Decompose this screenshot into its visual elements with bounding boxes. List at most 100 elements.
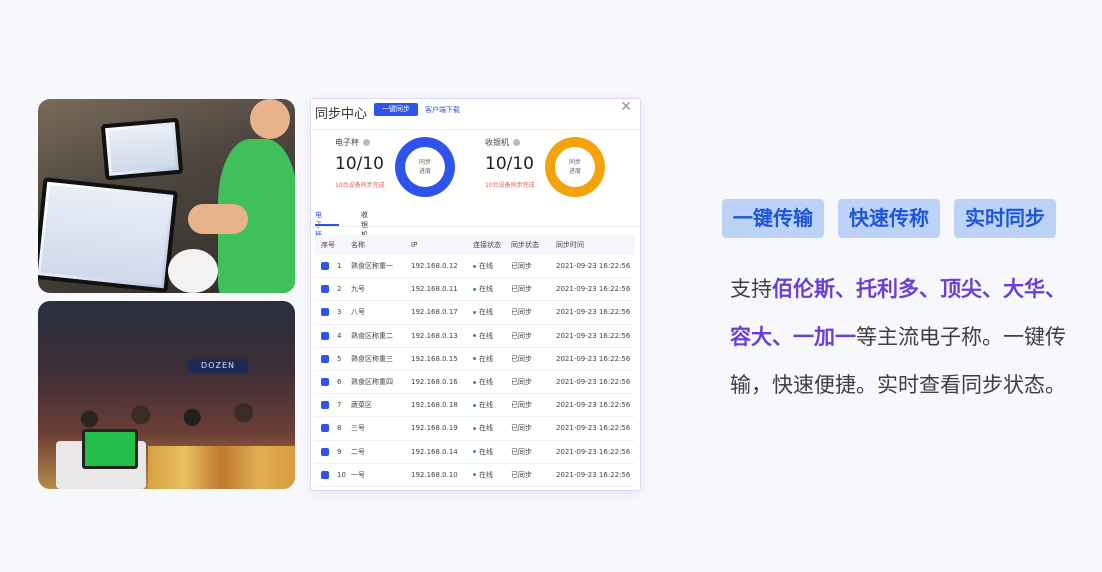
row-status: 在线 <box>473 423 493 433</box>
row-status: 在线 <box>473 354 493 364</box>
donut-label: 同步 <box>418 159 431 166</box>
cashier-hand <box>188 204 248 234</box>
table-row[interactable]: 4 熟食区称重二 192.168.0.13 在线 已同步 2021-09-23 16:22… <box>315 325 635 348</box>
row-status: 在线 <box>473 261 493 271</box>
row-ip: 192.168.0.16 <box>411 378 458 387</box>
online-dot-icon <box>473 450 476 454</box>
online-dot-icon <box>473 426 476 430</box>
donut-label: 进度 <box>418 168 431 175</box>
stat-note: 10台设备同步完成 <box>335 182 385 189</box>
row-checkbox[interactable] <box>321 354 329 363</box>
col-header: 同步时间 <box>556 241 584 249</box>
row-checkbox[interactable] <box>321 262 329 271</box>
row-ip: 192.168.0.18 <box>411 401 458 410</box>
feature-description: 支持佰伦斯、托利多、顶尖、大华、容大、一加一等主流电子称。一键传输，快速便捷。实… <box>730 265 1075 409</box>
info-icon[interactable] <box>513 139 520 146</box>
row-status-text: 在线 <box>479 331 493 340</box>
row-checkbox[interactable] <box>321 308 329 317</box>
row-name: 二号 <box>351 447 365 456</box>
donut-label: 同步 <box>568 159 581 166</box>
row-time: 2021-09-23 16:22:56 <box>556 378 631 387</box>
row-sync: 已同步 <box>511 447 532 456</box>
row-ip: 192.168.0.19 <box>411 424 458 433</box>
row-status-text: 在线 <box>479 401 493 410</box>
stat-cashier: 收银机 10/10 10台设备同步完成 <box>485 137 535 189</box>
sync-all-button[interactable]: 一键同步 <box>374 103 418 116</box>
online-dot-icon <box>473 403 476 407</box>
col-header: IP <box>411 241 418 249</box>
row-checkbox[interactable] <box>321 470 329 479</box>
col-header: 连接状态 <box>473 241 501 249</box>
row-checkbox[interactable] <box>321 447 329 456</box>
row-ip: 192.168.0.11 <box>411 285 458 294</box>
row-ip: 192.168.0.15 <box>411 354 458 363</box>
row-name: 蔬菜区 <box>351 401 372 410</box>
row-time: 2021-09-23 16:22:56 <box>556 308 631 317</box>
row-ip: 192.168.0.13 <box>411 331 458 340</box>
table-row[interactable]: 2 九号 192.168.0.11 在线 已同步 2021-09-23 16:22:56 <box>315 278 635 302</box>
row-name: 八号 <box>351 308 365 317</box>
stat-label: 收银机 <box>485 138 509 147</box>
row-status: 在线 <box>473 284 493 294</box>
row-sync: 已同步 <box>511 401 532 410</box>
panel-title: 同步中心 <box>315 107 368 122</box>
row-sync: 已同步 <box>511 424 532 433</box>
table-row[interactable]: 1 熟食区称重一 192.168.0.12 在线 已同步 2021-09-23 16:22… <box>315 255 635 279</box>
row-checkbox[interactable] <box>321 331 329 340</box>
stat-value: 10/10 <box>485 154 534 174</box>
donut-chart-cashier: 同步 进度 <box>545 137 605 197</box>
row-checkbox[interactable] <box>321 285 329 294</box>
row-status: 在线 <box>473 377 493 387</box>
online-dot-icon <box>473 287 476 291</box>
table-header: 序号 名称 IP 连接状态 同步状态 同步时间 <box>315 235 635 255</box>
close-icon[interactable]: ✕ <box>620 99 632 115</box>
row-checkbox[interactable] <box>321 424 329 433</box>
row-name: 熟食区称重一 <box>351 262 393 271</box>
table-row[interactable]: 10 一号 192.168.0.10 在线 已同步 2021-09-23 16:22:56 <box>315 464 635 487</box>
feature-tag: 一键传输 <box>722 199 824 238</box>
row-number: 8 <box>337 424 342 433</box>
feature-tag: 快速传称 <box>838 199 940 238</box>
stat-scale: 电子秤 10/10 10台设备同步完成 <box>335 137 385 189</box>
col-header: 序号 <box>321 241 335 249</box>
donut-chart-scale: 同步 进度 <box>395 137 455 197</box>
client-download-link[interactable]: 客户端下载 <box>425 105 460 115</box>
online-dot-icon <box>473 310 476 314</box>
desc-brands: 容大、一加一 <box>730 325 856 349</box>
online-dot-icon <box>473 334 476 338</box>
row-number: 1 <box>337 262 342 271</box>
row-sync: 已同步 <box>511 308 532 317</box>
row-status: 在线 <box>473 447 493 457</box>
photo-supermarket: DOZEN <box>38 301 295 489</box>
row-time: 2021-09-23 16:22:56 <box>556 401 631 410</box>
row-sync: 已同步 <box>511 470 532 479</box>
donut-label: 进度 <box>568 168 581 175</box>
table-row[interactable]: 7 蔬菜区 192.168.0.18 在线 已同步 2021-09-23 16:22:56 <box>315 394 635 418</box>
table-row[interactable]: 3 八号 192.168.0.17 在线 已同步 2021-09-23 16:22:56 <box>315 301 635 325</box>
row-status: 在线 <box>473 307 493 317</box>
online-dot-icon <box>473 473 476 477</box>
info-icon[interactable] <box>363 139 370 146</box>
row-checkbox[interactable] <box>321 378 329 387</box>
table-row[interactable]: 9 二号 192.168.0.14 在线 已同步 2021-09-23 16:22:56 <box>315 441 635 464</box>
row-status: 在线 <box>473 331 493 341</box>
receipt-roll <box>168 249 218 293</box>
row-name: 九号 <box>351 285 365 294</box>
desc-brands: 佰伦斯、托利多、顶尖、大华、 <box>772 277 1066 301</box>
table-body: 1 熟食区称重一 192.168.0.12 在线 已同步 2021-09-23 16:22… <box>315 255 635 487</box>
table-row[interactable]: 6 熟食区称重四 192.168.0.16 在线 已同步 2021-09-23 16:22… <box>315 371 635 395</box>
row-number: 10 <box>337 470 346 479</box>
shopper-crowd <box>38 371 295 451</box>
row-number: 6 <box>337 378 342 387</box>
row-sync: 已同步 <box>511 378 532 387</box>
stat-label: 电子秤 <box>335 138 359 147</box>
table-row[interactable]: 8 三号 192.168.0.19 在线 已同步 2021-09-23 16:22:56 <box>315 417 635 441</box>
col-header: 同步状态 <box>511 241 539 249</box>
row-sync: 已同步 <box>511 262 532 271</box>
row-number: 4 <box>337 331 342 340</box>
row-checkbox[interactable] <box>321 401 329 410</box>
table-row[interactable]: 5 熟食区称重三 192.168.0.15 在线 已同步 2021-09-23 16:22… <box>315 348 635 371</box>
row-name: 熟食区称重四 <box>351 378 393 387</box>
row-ip: 192.168.0.14 <box>411 447 458 456</box>
row-number: 7 <box>337 401 342 410</box>
